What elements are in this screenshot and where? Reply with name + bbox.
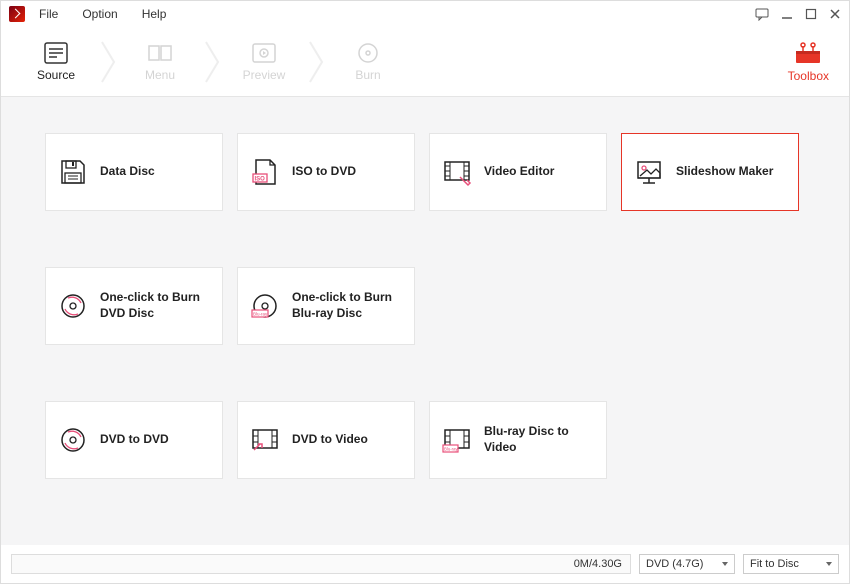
disc-usage-bar: 0M/4.30G — [11, 554, 631, 574]
chevron-icon — [201, 35, 223, 89]
maximize-button[interactable] — [805, 8, 817, 20]
card-dvd-to-dvd[interactable]: DVD to DVD — [45, 401, 223, 479]
disc-usage-text: 0M/4.30G — [574, 558, 622, 570]
card-label: One-click to Burn DVD Disc — [100, 290, 200, 321]
card-row-3: DVD to DVD DVD to Video Blu-ray Blu-ray … — [45, 401, 805, 479]
workflow-label-burn: Burn — [355, 68, 380, 82]
toolbox-icon — [793, 41, 823, 65]
workflow-step-preview[interactable]: Preview — [229, 42, 299, 82]
iso-file-icon: ISO — [250, 157, 280, 187]
close-button[interactable] — [829, 8, 841, 20]
chevron-down-icon — [826, 562, 832, 566]
footer-bar: 0M/4.30G DVD (4.7G) Fit to Disc — [1, 545, 849, 583]
workflow-step-menu[interactable]: Menu — [125, 42, 195, 82]
menu-step-icon — [147, 42, 173, 64]
card-label: Video Editor — [484, 164, 554, 180]
card-label: One-click to Burn Blu-ray Disc — [292, 290, 392, 321]
fit-value: Fit to Disc — [750, 558, 799, 570]
toolbox-label: Toolbox — [788, 69, 829, 83]
slideshow-icon — [634, 157, 664, 187]
titlebar: File Option Help — [1, 1, 849, 27]
card-label: Blu-ray Disc to Video — [484, 424, 569, 455]
chevron-icon — [305, 35, 327, 89]
card-label: DVD to Video — [292, 432, 368, 448]
card-label: Slideshow Maker — [676, 164, 773, 180]
workflow-bar: Source Menu Preview Burn Toolbox — [1, 27, 849, 97]
card-row-2: One-click to Burn DVD Disc Blu-ray One-c… — [45, 267, 805, 345]
card-iso-to-dvd[interactable]: ISO ISO to DVD — [237, 133, 415, 211]
workflow-step-burn[interactable]: Burn — [333, 42, 403, 82]
menu-help[interactable]: Help — [138, 5, 171, 23]
burn-icon — [355, 42, 381, 64]
bluray-disc-icon: Blu-ray — [250, 291, 280, 321]
card-dvd-to-video[interactable]: DVD to Video — [237, 401, 415, 479]
card-bluray-to-video[interactable]: Blu-ray Blu-ray Disc to Video — [429, 401, 607, 479]
app-logo — [9, 6, 25, 22]
dvd-copy-icon — [58, 425, 88, 455]
card-label: DVD to DVD — [100, 432, 169, 448]
dvd-to-video-icon — [250, 425, 280, 455]
chevron-down-icon — [722, 562, 728, 566]
bluray-to-video-icon: Blu-ray — [442, 425, 472, 455]
workflow-label-source: Source — [37, 68, 75, 82]
disc-type-value: DVD (4.7G) — [646, 558, 703, 570]
window-controls — [755, 7, 841, 21]
chevron-icon — [97, 35, 119, 89]
svg-text:Blu-ray: Blu-ray — [253, 312, 268, 317]
floppy-icon — [58, 157, 88, 187]
svg-text:ISO: ISO — [255, 177, 266, 183]
card-label: ISO to DVD — [292, 164, 356, 180]
workflow-label-menu: Menu — [145, 68, 175, 82]
card-slideshow-maker[interactable]: Slideshow Maker — [621, 133, 799, 211]
preview-icon — [251, 42, 277, 64]
card-data-disc[interactable]: Data Disc — [45, 133, 223, 211]
workflow-step-source[interactable]: Source — [21, 42, 91, 82]
dvd-disc-icon — [58, 291, 88, 321]
svg-text:Blu-ray: Blu-ray — [444, 447, 458, 452]
menu-file[interactable]: File — [35, 5, 62, 23]
disc-type-dropdown[interactable]: DVD (4.7G) — [639, 554, 735, 574]
toolbox-button[interactable]: Toolbox — [788, 41, 839, 83]
card-video-editor[interactable]: Video Editor — [429, 133, 607, 211]
card-row-1: Data Disc ISO ISO to DVD Video Editor Sl… — [45, 133, 805, 211]
card-oneclick-bluray[interactable]: Blu-ray One-click to Burn Blu-ray Disc — [237, 267, 415, 345]
video-editor-icon — [442, 157, 472, 187]
menu-bar: File Option Help — [35, 5, 170, 23]
card-oneclick-dvd[interactable]: One-click to Burn DVD Disc — [45, 267, 223, 345]
workflow-label-preview: Preview — [243, 68, 286, 82]
card-label: Data Disc — [100, 164, 155, 180]
source-icon — [43, 42, 69, 64]
feedback-icon[interactable] — [755, 7, 769, 21]
minimize-button[interactable] — [781, 8, 793, 20]
fit-dropdown[interactable]: Fit to Disc — [743, 554, 839, 574]
menu-option[interactable]: Option — [78, 5, 121, 23]
main-panel: Data Disc ISO ISO to DVD Video Editor Sl… — [1, 97, 849, 545]
